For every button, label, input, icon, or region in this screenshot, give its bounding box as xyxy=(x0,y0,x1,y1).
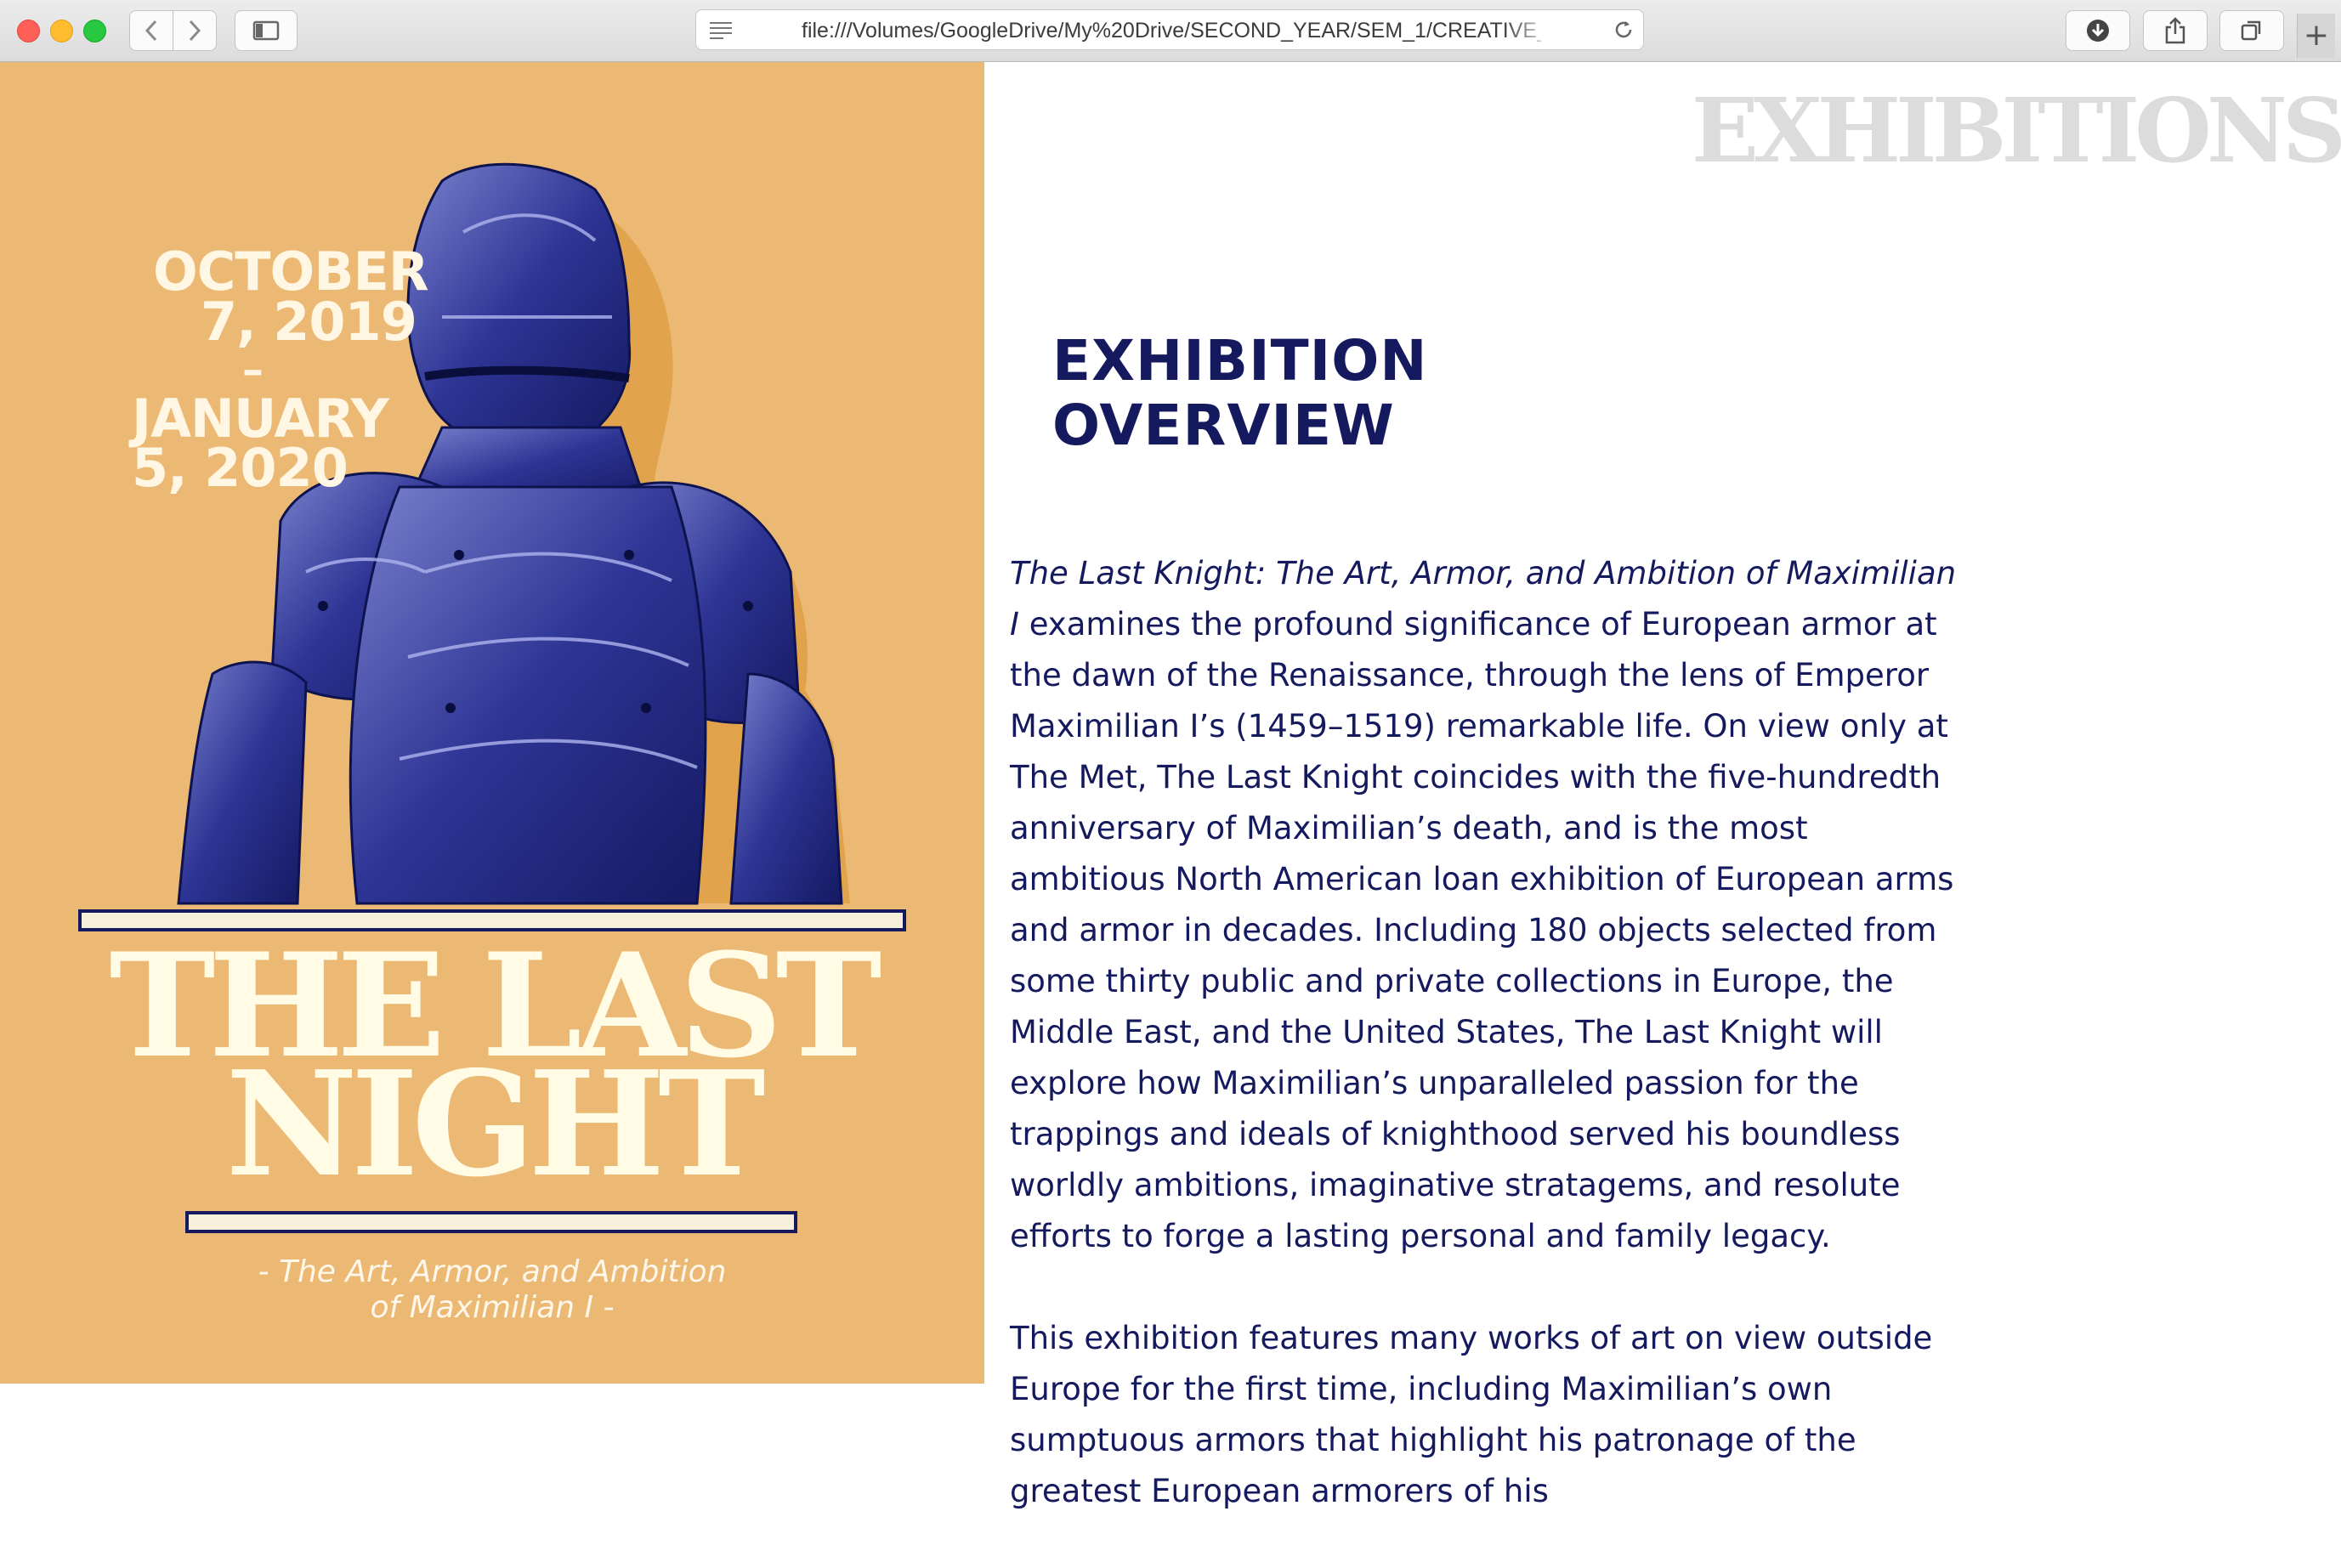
exhibition-poster: OCTOBER 7, 2019 – JANUARY 5, 2020 THE LA… xyxy=(0,62,984,1384)
poster-subtitle-line-1: - The Art, Armor, and Ambition xyxy=(258,1254,727,1289)
downloads-button[interactable] xyxy=(2066,10,2130,51)
reader-icon xyxy=(710,22,732,39)
reload-icon[interactable] xyxy=(1613,19,1635,41)
overview-paragraph-2: This exhibition features many works of a… xyxy=(1010,1320,1933,1509)
end-date-day: 5, 2020 xyxy=(132,437,349,499)
start-date-month: OCTOBER xyxy=(153,241,429,303)
share-button[interactable] xyxy=(2143,10,2208,51)
maximize-window-button[interactable] xyxy=(83,20,106,42)
section-label: EXHIBITIONS xyxy=(1691,78,2341,183)
start-date-day: 7, 2019 xyxy=(201,291,417,353)
paragraph-1-text: examines the profound significance of Eu… xyxy=(1010,606,1954,1254)
new-tab-button[interactable]: + xyxy=(2297,14,2335,58)
poster-subtitle-line-2: of Maximilian I - xyxy=(370,1290,615,1325)
poster-title-line-2: NIGHT xyxy=(225,1039,765,1209)
overview-body: The Last Knight: The Art, Armor, and Amb… xyxy=(1010,548,1970,1568)
sidebar-icon xyxy=(252,20,280,41)
overview-heading-line-1: EXHIBITION xyxy=(1052,328,1428,393)
address-bar[interactable]: file:///Volumes/GoogleDrive/My%20Drive/S… xyxy=(695,9,1644,50)
tabs-icon xyxy=(2241,20,2261,41)
show-tabs-button[interactable] xyxy=(2219,10,2284,51)
share-icon xyxy=(2165,17,2185,44)
minimize-window-button[interactable] xyxy=(50,20,73,42)
back-button[interactable] xyxy=(129,10,173,51)
close-window-button[interactable] xyxy=(17,20,40,42)
overview-heading-line-2: OVERVIEW xyxy=(1052,393,1395,458)
browser-toolbar: file:///Volumes/GoogleDrive/My%20Drive/S… xyxy=(0,0,2341,62)
url-fade xyxy=(1504,12,1555,46)
overview-paragraph-1: The Last Knight: The Art, Armor, and Amb… xyxy=(1010,548,1970,1262)
download-icon xyxy=(2087,20,2109,42)
new-tab-icon: + xyxy=(2303,18,2330,53)
back-icon xyxy=(145,20,157,42)
forward-button[interactable] xyxy=(173,10,217,51)
sidebar-toggle-button[interactable] xyxy=(235,10,298,51)
title-rule-bottom xyxy=(185,1211,797,1233)
forward-icon xyxy=(189,20,201,42)
url-text[interactable]: file:///Volumes/GoogleDrive/My%20Drive/S… xyxy=(802,19,1541,43)
